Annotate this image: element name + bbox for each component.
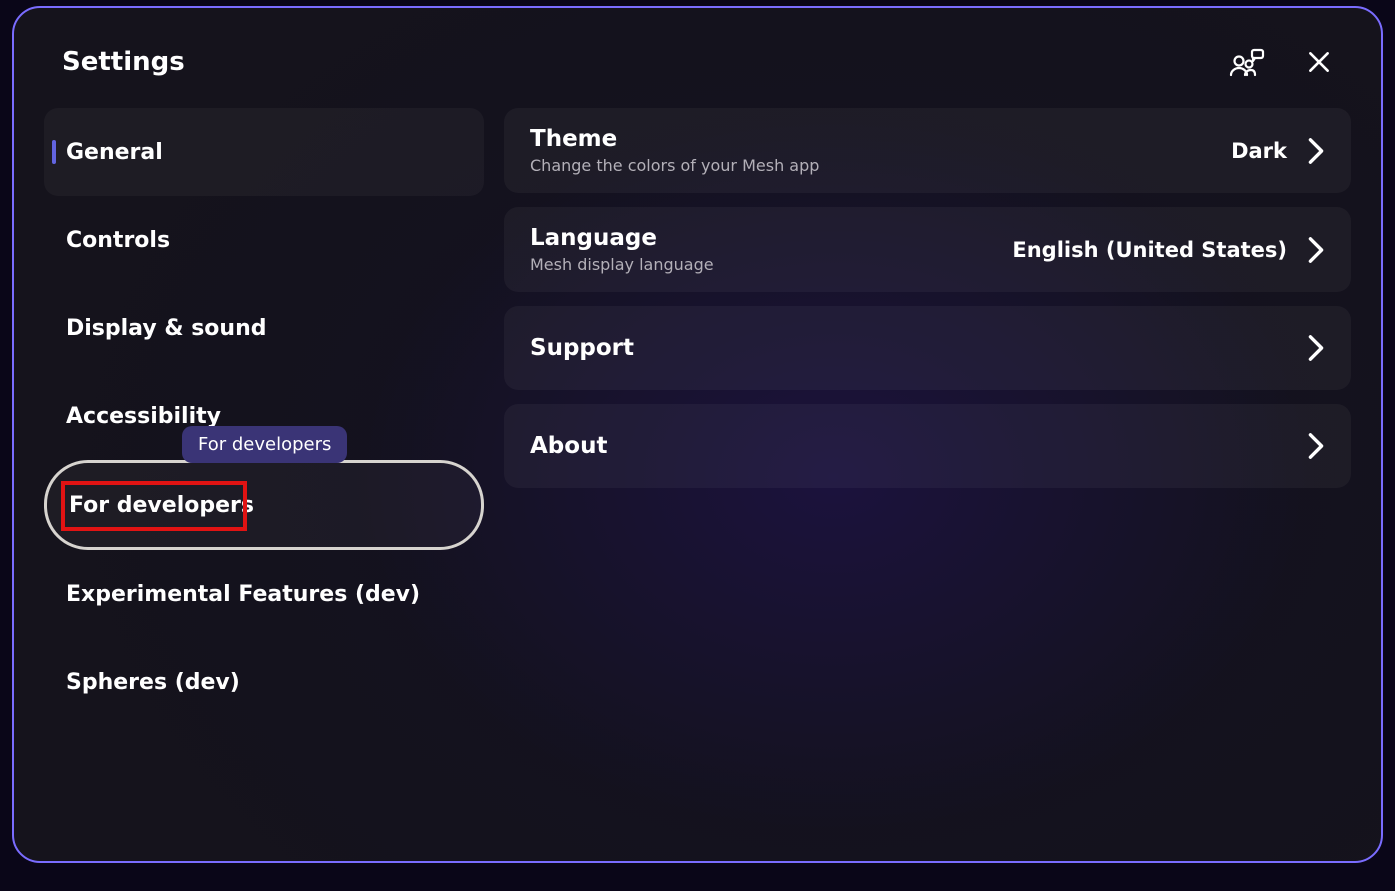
setting-label: About [530, 433, 607, 459]
setting-value: Dark [1231, 139, 1287, 163]
setting-support[interactable]: Support [504, 306, 1351, 390]
setting-left: Language Mesh display language [530, 225, 714, 274]
sidebar-item-label: Spheres (dev) [66, 670, 240, 695]
tooltip-for-developers: For developers [182, 426, 347, 463]
sidebar-item-display-sound[interactable]: Display & sound [44, 284, 484, 372]
sidebar-item-label: Experimental Features (dev) [66, 582, 420, 607]
sidebar-item-label: Display & sound [66, 316, 266, 341]
sidebar-item-accessibility[interactable]: Accessibility For developers [44, 372, 484, 460]
setting-desc: Change the colors of your Mesh app [530, 156, 819, 175]
setting-left: About [530, 433, 607, 459]
chevron-right-icon [1307, 334, 1325, 362]
sidebar-item-controls[interactable]: Controls [44, 196, 484, 284]
tooltip-text: For developers [198, 434, 331, 455]
setting-right [1307, 432, 1325, 460]
setting-left: Support [530, 335, 634, 361]
sidebar-item-for-developers[interactable]: For developers [44, 460, 484, 550]
sidebar-item-label: Controls [66, 228, 170, 253]
setting-theme[interactable]: Theme Change the colors of your Mesh app… [504, 108, 1351, 193]
sidebar-item-spheres[interactable]: Spheres (dev) [44, 638, 484, 726]
setting-desc: Mesh display language [530, 255, 714, 274]
setting-left: Theme Change the colors of your Mesh app [530, 126, 819, 175]
close-icon [1306, 49, 1332, 75]
sidebar: General Controls Display & sound Accessi… [44, 104, 484, 841]
chevron-right-icon [1307, 137, 1325, 165]
titlebar-actions [1227, 42, 1339, 82]
feedback-button[interactable] [1227, 42, 1267, 82]
setting-language[interactable]: Language Mesh display language English (… [504, 207, 1351, 292]
close-button[interactable] [1299, 42, 1339, 82]
content-panel: Theme Change the colors of your Mesh app… [504, 104, 1351, 841]
settings-window: Settings General [12, 6, 1383, 863]
setting-label: Theme [530, 126, 819, 152]
titlebar: Settings [44, 30, 1351, 104]
setting-right [1307, 334, 1325, 362]
sidebar-item-experimental-features[interactable]: Experimental Features (dev) [44, 550, 484, 638]
setting-right: Dark [1231, 137, 1325, 165]
setting-label: Support [530, 335, 634, 361]
setting-right: English (United States) [1012, 236, 1325, 264]
people-icon [1229, 47, 1265, 77]
sidebar-item-general[interactable]: General [44, 108, 484, 196]
setting-label: Language [530, 225, 714, 251]
setting-value: English (United States) [1012, 238, 1287, 262]
chevron-right-icon [1307, 432, 1325, 460]
chevron-right-icon [1307, 236, 1325, 264]
sidebar-item-label: Accessibility [66, 404, 221, 429]
setting-about[interactable]: About [504, 404, 1351, 488]
settings-body: General Controls Display & sound Accessi… [44, 104, 1351, 841]
page-title: Settings [62, 47, 185, 77]
sidebar-item-label: For developers [69, 493, 254, 518]
sidebar-item-label: General [66, 140, 163, 165]
